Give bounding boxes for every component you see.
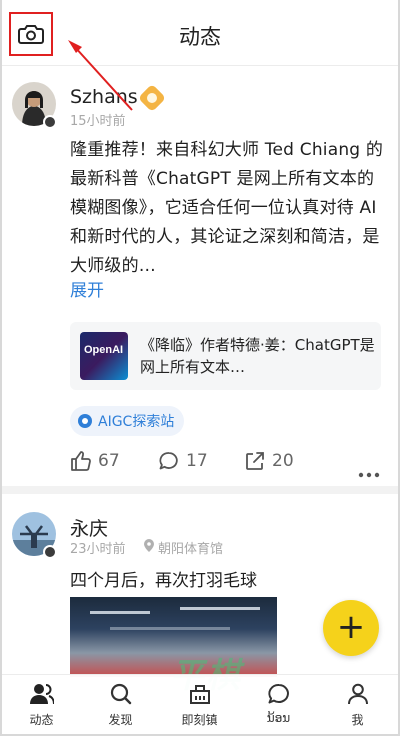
comment-count: 17 [186,451,208,471]
link-thumbnail-text: OpenAI [84,344,124,356]
vip-badge-icon [137,83,167,113]
username[interactable]: Szhans [70,86,138,108]
link-card[interactable]: OpenAI 《降临》作者特德·姜：ChatGPT是网上所有文本… [70,322,381,390]
person-icon [345,681,371,707]
feed-divider [2,486,398,494]
compose-button[interactable]: + [323,600,379,656]
feed-post[interactable]: Szhans 15小时前 隆重推荐！来自科幻大师 Ted Chiang 的最新科… [2,66,398,486]
share-icon [246,452,264,470]
post-body: 四个月后，再次打羽毛球 [70,571,257,591]
like-count: 67 [98,451,120,471]
timestamp: 15小时前 [70,114,126,129]
people-icon [29,681,55,707]
thumbs-up-icon [71,451,91,471]
tab-label: 发现 [108,713,133,727]
tab-town[interactable]: 即刻镇 [160,675,239,734]
location-label[interactable]: 朝阳体育馆 [158,538,223,557]
share-button[interactable]: 20 [244,450,294,472]
avatar-badge [43,545,57,559]
tab-messages[interactable]: ນ້ອນ [239,675,318,734]
tab-label: 即刻镇 [181,713,218,727]
search-icon [108,681,134,707]
like-button[interactable]: 67 [70,450,120,472]
share-count: 20 [272,451,294,471]
post-body: 隆重推荐！来自科幻大师 Ted Chiang 的最新科普《ChatGPT 是网上… [70,140,384,276]
tab-discover[interactable]: 发现 [81,675,160,734]
tab-me[interactable]: 我 [318,675,397,734]
link-title: 《降临》作者特德·姜：ChatGPT是网上所有文本… [140,336,375,376]
comment-button[interactable]: 17 [158,450,208,472]
town-icon [187,681,213,707]
bottom-nav: 动态 发现 即刻镇 ນ້ອນ 我 [2,674,398,734]
username[interactable]: 永庆 [70,514,108,541]
post-actions: 67 17 20 [2,450,398,480]
page-title: 动态 [179,25,221,49]
location-pin-icon [144,539,154,552]
tab-label: ນ້ອນ [266,711,291,725]
timestamp: 23小时前 [70,542,126,557]
chat-icon [266,681,292,707]
link-thumbnail: OpenAI [80,332,128,380]
app-frame: 动态 Szhans 15小时前 隆重推荐！来自科幻大师 Ted Chiang 的… [0,0,400,736]
tab-dynamic[interactable]: 动态 [2,675,81,734]
plus-icon: + [336,606,366,647]
topic-label: AIGC探索站 [98,414,175,430]
top-bar: 动态 [2,0,398,66]
topic-icon [78,414,92,428]
comment-icon [159,452,178,470]
tab-label: 我 [351,713,364,727]
avatar-badge [43,115,57,129]
topic-tag[interactable]: AIGC探索站 [70,406,185,436]
tab-label: 动态 [29,713,54,727]
expand-link[interactable]: 展开 [70,276,104,301]
more-options-icon[interactable] [358,462,380,483]
